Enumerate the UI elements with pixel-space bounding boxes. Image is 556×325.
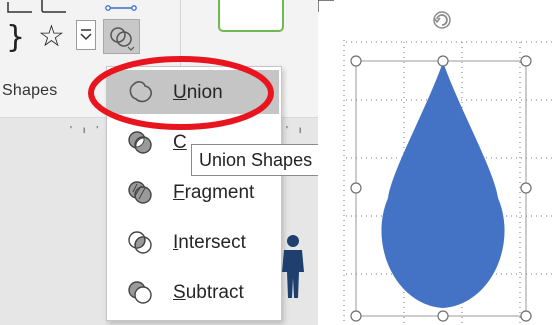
menu-item-subtract[interactable]: Subtract: [107, 270, 279, 314]
rectangle-shape-icon[interactable]: [40, 0, 70, 14]
menu-item-label: Fragment: [173, 182, 255, 203]
curly-brace-shape-icon[interactable]: }: [6, 20, 25, 55]
intersect-icon: [128, 231, 152, 254]
shapes-gallery-more-button[interactable]: [76, 20, 96, 50]
slide-canvas: [318, 0, 556, 325]
union-shapes-tooltip: Union Shapes: [191, 144, 318, 176]
subtract-icon: [128, 281, 152, 304]
teardrop-shape[interactable]: [381, 62, 505, 308]
merge-shapes-button[interactable]: [103, 19, 140, 54]
shapes-group-label: Shapes: [2, 82, 58, 99]
menu-item-label: C: [173, 132, 187, 153]
menu-item-intersect[interactable]: Intersect: [107, 220, 279, 264]
powerpoint-ribbon-area: } ☆ Shapes ' ı ' ' ı Union C Fragment In…: [0, 0, 318, 325]
menu-item-label: Intersect: [173, 232, 246, 253]
person-icon: [282, 235, 304, 298]
ruler-right: ' ı: [286, 125, 306, 136]
connector-shape-icon[interactable]: [104, 0, 140, 14]
merge-shapes-icon: [110, 27, 135, 51]
canvas-corner-mark: [318, 0, 334, 12]
menu-item-fragment[interactable]: Fragment: [107, 170, 279, 214]
line-shape-icon[interactable]: [6, 0, 36, 14]
fragment-icon: [128, 181, 152, 204]
red-highlight-oval: [88, 56, 274, 130]
star-shape-icon[interactable]: ☆: [38, 19, 65, 54]
chevron-down-icon: [80, 29, 92, 41]
rotate-icon[interactable]: [433, 11, 451, 29]
shape-style-preview[interactable]: [218, 0, 284, 32]
menu-item-label: Subtract: [173, 282, 244, 303]
